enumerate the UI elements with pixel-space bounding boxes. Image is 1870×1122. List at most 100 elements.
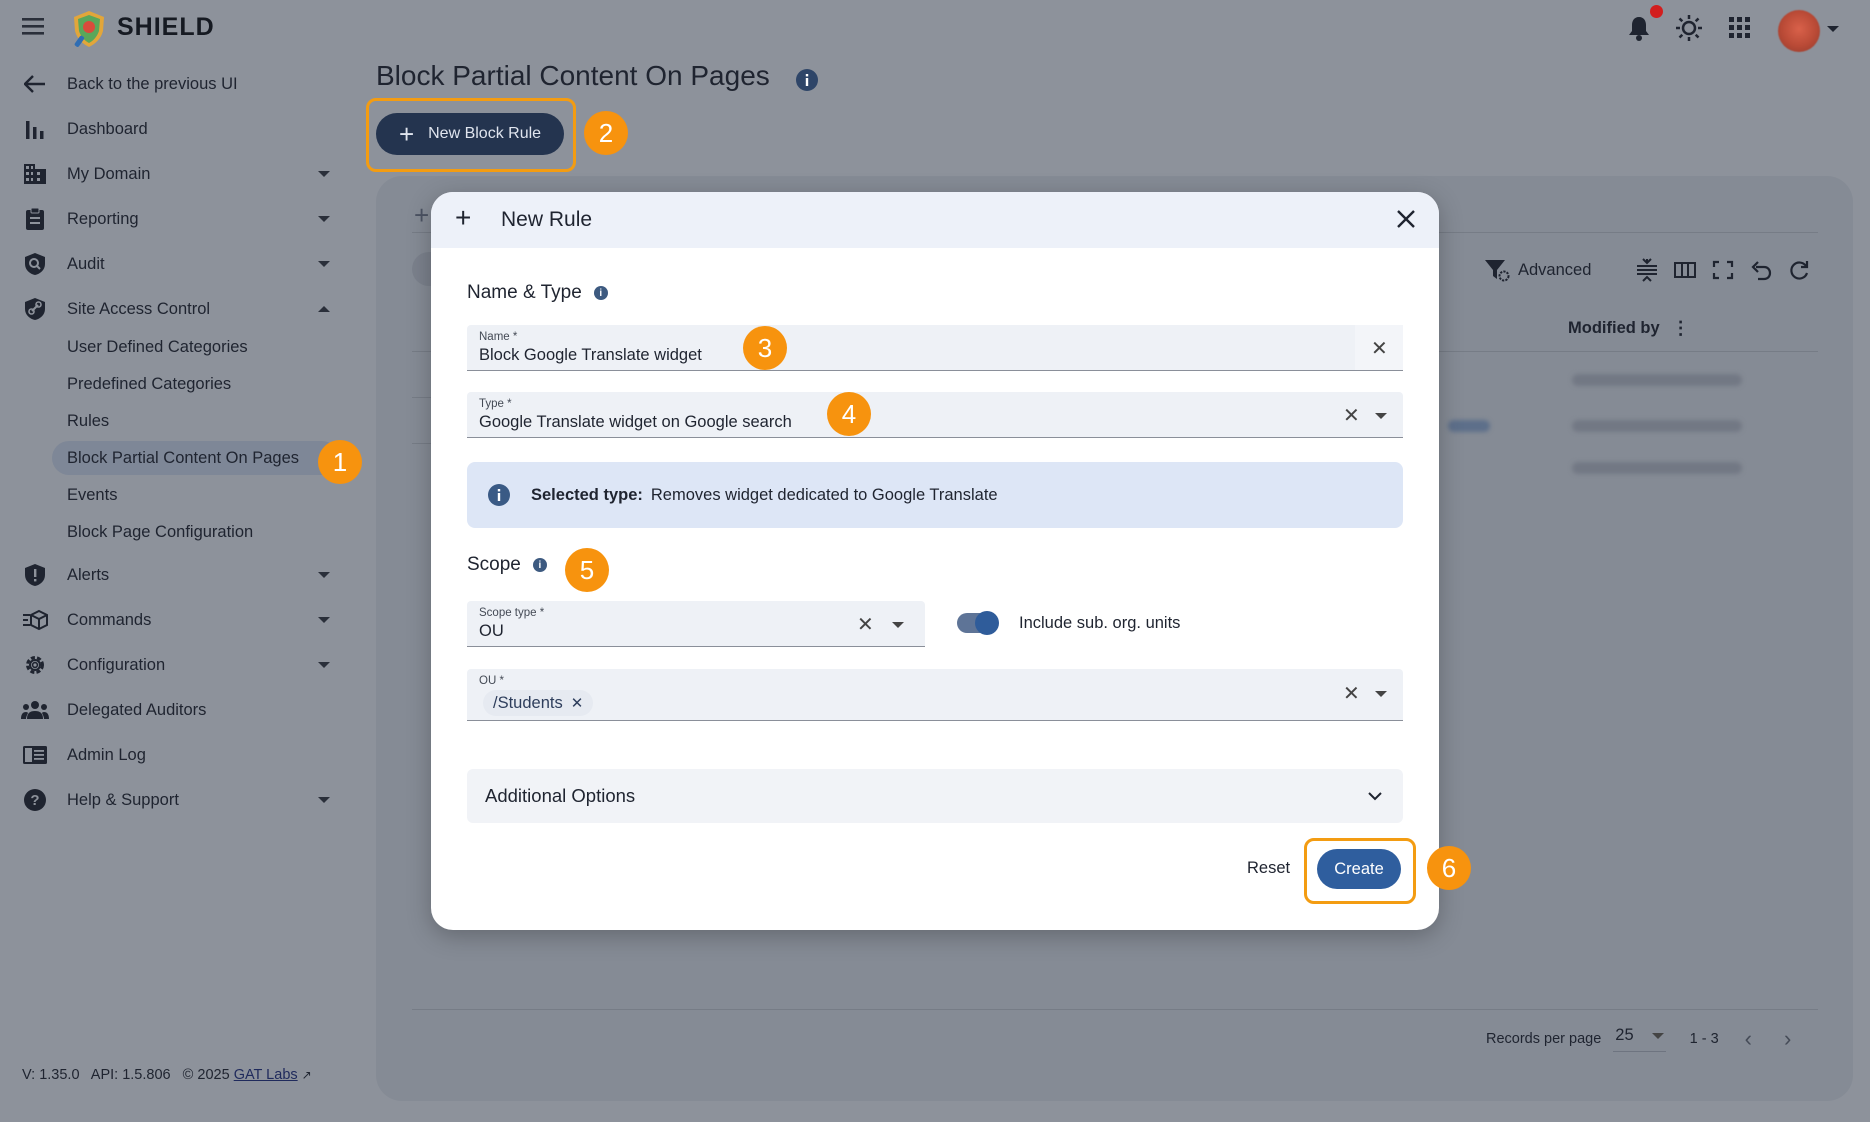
back-to-previous-ui-link[interactable]: Back to the previous UI: [0, 63, 360, 105]
refresh-icon[interactable]: [1788, 258, 1810, 282]
back-label: Back to the previous UI: [67, 74, 238, 93]
page-info-icon[interactable]: [795, 68, 819, 92]
advanced-filter-button[interactable]: Advanced: [1484, 258, 1591, 282]
ou-chip: /Students ✕: [483, 690, 594, 716]
chevron-down-icon: [1367, 791, 1383, 801]
sidebar-item-dashboard[interactable]: Dashboard: [0, 108, 360, 150]
step-badge-3: 3: [743, 326, 787, 370]
plus-icon: +: [398, 119, 415, 149]
close-icon[interactable]: [1395, 208, 1417, 230]
clear-name-icon[interactable]: ✕: [1371, 336, 1388, 361]
sidebar-item-delegated-auditors[interactable]: Delegated Auditors: [0, 689, 360, 731]
page-title-text: Block Partial Content On Pages: [376, 60, 770, 91]
name-field[interactable]: Name * Block Google Translate widget ✕: [467, 325, 1403, 371]
sidebar-subitem-label: Rules: [67, 411, 110, 430]
advanced-label: Advanced: [1518, 260, 1592, 279]
sidebar-subitem-user-defined-categories[interactable]: User Defined Categories: [52, 330, 248, 364]
columns-icon[interactable]: [1674, 258, 1696, 282]
apps-grid-icon[interactable]: [1729, 17, 1751, 39]
additional-options-accordion[interactable]: Additional Options: [467, 769, 1403, 823]
theme-toggle-sun-icon[interactable]: [1675, 14, 1703, 42]
density-icon[interactable]: [1636, 258, 1658, 282]
gat-labs-link[interactable]: GAT Labs: [234, 1067, 298, 1083]
arrow-back-icon: [21, 70, 49, 98]
expand-caret-icon: [318, 171, 330, 177]
account-menu-chevron-icon[interactable]: [1827, 26, 1839, 32]
user-avatar[interactable]: [1778, 10, 1820, 52]
selected-type-label: Selected type:: [531, 485, 643, 504]
sidebar-item-label: My Domain: [67, 164, 151, 183]
chevron-down-icon[interactable]: [1375, 691, 1387, 697]
filter-gear-icon: [1485, 260, 1510, 282]
create-button[interactable]: Create: [1317, 849, 1401, 889]
ou-select[interactable]: OU * /Students ✕ ✕: [467, 669, 1403, 721]
column-menu-icon[interactable]: ⋮: [1672, 318, 1690, 339]
dialog-header: + New Rule: [431, 192, 1439, 248]
sidebar-subitem-label: Predefined Categories: [67, 374, 232, 393]
type-field-label: Type *: [479, 398, 512, 410]
audit-shield-icon: [21, 250, 49, 278]
chevron-down-icon[interactable]: [892, 622, 904, 628]
sidebar-subitem-predefined-categories[interactable]: Predefined Categories: [52, 367, 231, 401]
clear-scope-type-icon[interactable]: ✕: [857, 612, 874, 637]
sidebar-item-admin-log[interactable]: Admin Log: [0, 734, 360, 776]
log-icon: [21, 741, 49, 769]
name-field-value: Block Google Translate widget: [479, 346, 702, 364]
sidebar-subitem-events[interactable]: Events: [52, 478, 117, 512]
column-header-modified-by[interactable]: Modified by ⋮: [1568, 318, 1690, 339]
sidebar-item-help-support[interactable]: ? Help & Support: [0, 779, 360, 821]
footer-divider: [412, 1009, 1818, 1010]
fullscreen-icon[interactable]: [1712, 258, 1734, 282]
type-select[interactable]: Type * Google Translate widget on Google…: [467, 392, 1403, 438]
bar-chart-icon: [21, 115, 49, 143]
next-page-icon[interactable]: ›: [1784, 1026, 1791, 1052]
row-divider: [412, 443, 432, 444]
sidebar-item-label: Audit: [67, 254, 105, 273]
top-bar: SHIELD: [0, 0, 1870, 56]
step-badge-6: 6: [1427, 846, 1471, 890]
expand-caret-icon: [318, 216, 330, 222]
records-per-page-select[interactable]: 25: [1613, 1026, 1666, 1052]
clear-type-icon[interactable]: ✕: [1343, 403, 1360, 428]
shield-link-icon: [21, 295, 49, 323]
sidebar-item-commands[interactable]: Commands: [0, 599, 360, 641]
remove-chip-icon[interactable]: ✕: [571, 694, 584, 712]
sidebar-item-reporting[interactable]: Reporting: [0, 198, 360, 240]
app-name: SHIELD: [117, 13, 215, 41]
new-block-rule-button[interactable]: + New Block Rule: [376, 113, 564, 155]
hamburger-menu-icon[interactable]: [22, 16, 48, 38]
section-scope: Scope i: [467, 554, 547, 576]
sidebar-subitem-block-page-configuration[interactable]: Block Page Configuration: [52, 515, 253, 549]
row-divider: [412, 397, 432, 398]
chevron-down-icon[interactable]: [1375, 413, 1387, 419]
sidebar-item-site-access-control[interactable]: Site Access Control: [0, 288, 360, 330]
toggle-knob: [975, 611, 999, 635]
section-title-text: Scope: [467, 554, 521, 575]
sidebar-item-alerts[interactable]: Alerts: [0, 554, 360, 596]
sidebar-item-my-domain[interactable]: My Domain: [0, 153, 360, 195]
undo-icon[interactable]: [1750, 258, 1772, 282]
reset-button[interactable]: Reset: [1247, 859, 1290, 878]
add-tab-icon[interactable]: +: [414, 200, 429, 231]
commands-icon: [21, 606, 49, 634]
info-icon[interactable]: i: [593, 286, 608, 300]
clear-ou-icon[interactable]: ✕: [1343, 681, 1360, 706]
sidebar-subitem-rules[interactable]: Rules: [52, 404, 109, 438]
sidebar-subitem-label: User Defined Categories: [67, 337, 248, 356]
sidebar-item-audit[interactable]: Audit: [0, 243, 360, 285]
info-icon[interactable]: i: [532, 558, 547, 572]
sidebar-subitem-block-partial-content[interactable]: Block Partial Content On Pages: [52, 441, 339, 475]
sidebar-item-configuration[interactable]: Configuration: [0, 644, 360, 686]
collapse-caret-icon: [318, 306, 330, 312]
scope-type-select[interactable]: Scope type * OU ✕: [467, 601, 925, 647]
notifications-bell-icon[interactable]: [1626, 14, 1652, 42]
prev-page-icon[interactable]: ‹: [1745, 1026, 1752, 1052]
sidebar-subitem-label: Events: [67, 485, 118, 504]
redacted-email: [1572, 374, 1742, 386]
step-badge-1: 1: [318, 440, 362, 484]
table-toolbar: [1636, 258, 1810, 282]
include-sub-org-units: Include sub. org. units: [957, 611, 1180, 635]
include-sub-org-units-toggle[interactable]: [957, 611, 999, 635]
sidebar-subitem-label: Block Partial Content On Pages: [67, 448, 300, 467]
scope-type-label: Scope type *: [479, 607, 545, 619]
